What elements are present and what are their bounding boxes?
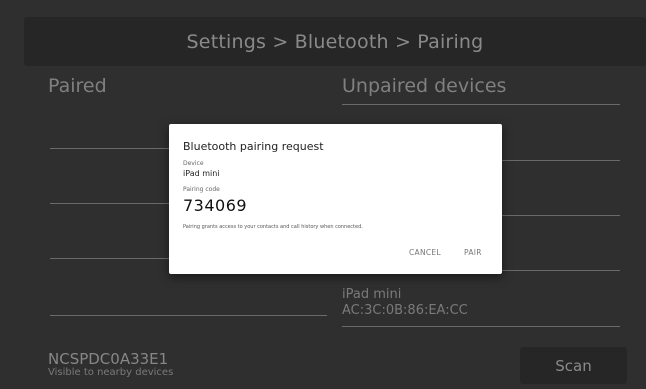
visibility-status: Visible to nearby devices [48, 367, 174, 378]
dialog-device-name: iPad mini [183, 169, 220, 178]
pairing-code: 734069 [183, 196, 248, 215]
scan-button[interactable]: Scan [520, 347, 627, 384]
pairing-code-label: Pairing code [183, 186, 220, 193]
unpaired-divider [342, 326, 620, 327]
breadcrumb: Settings > Bluetooth > Pairing [186, 30, 484, 53]
paired-divider [50, 315, 327, 316]
cancel-button[interactable]: CANCEL [409, 248, 441, 257]
pairing-dialog: Bluetooth pairing request Device iPad mi… [169, 124, 502, 274]
device-name: iPad mini [342, 287, 402, 302]
device-address: AC:3C:0B:86:EA:CC [342, 303, 468, 318]
device-id: NCSPDC0A33E1 [48, 350, 169, 368]
unpaired-device-item[interactable]: iPad mini AC:3C:0B:86:EA:CC [342, 287, 468, 319]
paired-title: Paired [48, 75, 107, 97]
header-bar: Settings > Bluetooth > Pairing [24, 17, 646, 66]
pairing-note: Pairing grants access to your contacts a… [183, 224, 363, 230]
pair-button[interactable]: PAIR [464, 248, 482, 257]
unpaired-title: Unpaired devices [342, 75, 507, 97]
screen: Settings > Bluetooth > Pairing Paired Un… [0, 0, 646, 389]
device-label: Device [183, 160, 204, 167]
unpaired-divider [342, 104, 620, 105]
dialog-title: Bluetooth pairing request [183, 140, 324, 153]
